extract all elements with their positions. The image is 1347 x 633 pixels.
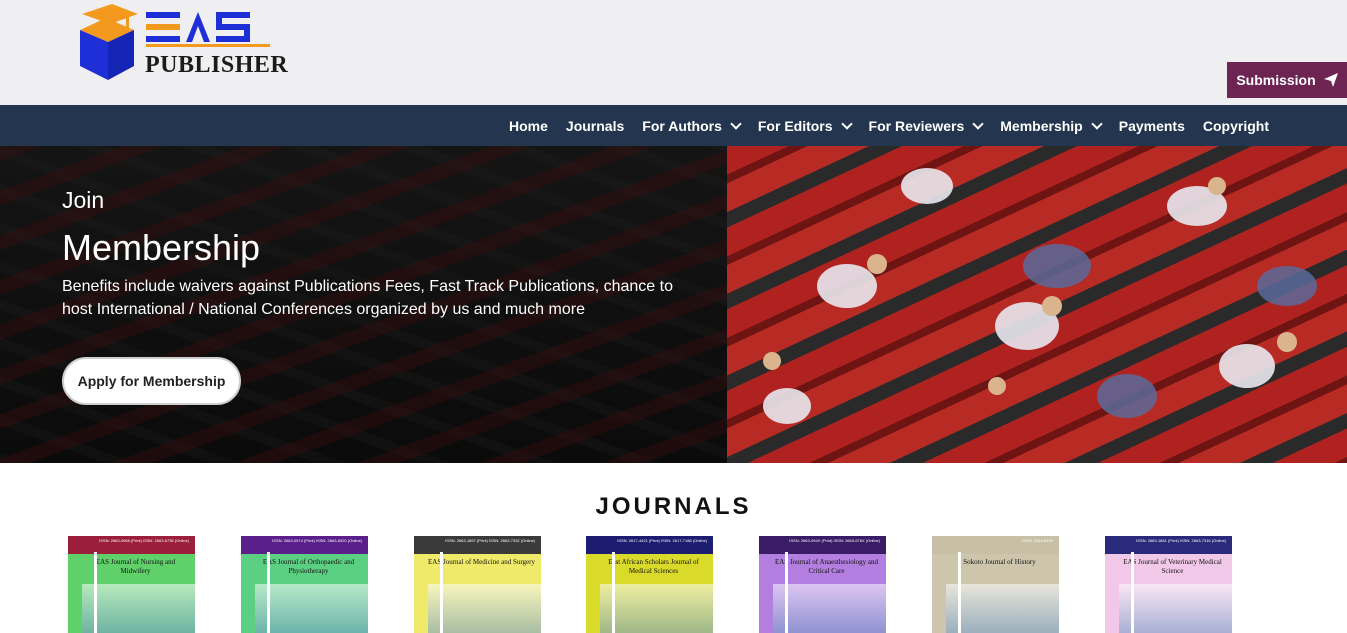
logo-publisher-text: PUBLISHER [145, 52, 289, 78]
cover-image [82, 584, 195, 633]
cover-image [255, 584, 368, 633]
journal-cover[interactable]: ISSN: 2663-1857 (Print) ISSN: 2663-7332 … [414, 536, 541, 633]
nav-item-payments[interactable]: Payments [1119, 118, 1185, 134]
journal-cover[interactable]: ISSN: 2315-8190 Sokoto Journal of History [932, 536, 1059, 633]
cover-spine-line [94, 552, 97, 633]
cover-spine-line [267, 552, 270, 633]
nav-item-label: Payments [1118, 117, 1185, 134]
nav-item-copyright[interactable]: Copyright [1203, 118, 1269, 134]
cover-image [946, 584, 1059, 633]
cover-issn: ISSN: 2663-094X (Print) ISSN: 2663-676X … [789, 538, 880, 543]
chevron-down-icon [840, 117, 853, 130]
cover-title: EAS Journal of Anaesthesiology and Criti… [774, 558, 879, 575]
journal-cover[interactable]: ISSN: 2663-1881 (Print) ISSN: 2663-7316 … [1105, 536, 1232, 633]
cover-spine-line [612, 552, 615, 633]
cover-image [600, 584, 713, 633]
submission-button[interactable]: Submission [1227, 62, 1347, 98]
nav-item-label: For Editors [757, 117, 833, 134]
hero-description: Benefits include waivers against Publica… [62, 278, 673, 318]
nav-item-label: For Reviewers [868, 117, 965, 134]
conference-audience-image [727, 146, 1347, 463]
hero-title: Membership [62, 227, 261, 268]
cover-image [428, 584, 541, 633]
cover-spine-line [785, 552, 788, 633]
submission-label: Submission [1236, 72, 1316, 88]
journal-cover[interactable]: ISSN: 2617-4421 (Print) ISSN: 2617-7188 … [586, 536, 713, 633]
cover-image [773, 584, 886, 633]
cover-issn: ISSN: 2663-1881 (Print) ISSN: 2663-7316 … [1136, 538, 1226, 543]
cover-spine-line [440, 552, 443, 633]
eas-publisher-logo[interactable]: PUBLISHER [76, 2, 288, 84]
cover-title: East African Scholars Journal of Medical… [608, 558, 699, 575]
journal-cover[interactable]: ISSN: 2663-0974 (Print) ISSN: 2663-8320 … [241, 536, 368, 633]
cover-title: EAS Journal of Nursing and Midwifery [95, 558, 176, 575]
journals-heading: JOURNALS [595, 493, 752, 520]
nav-item-label: For Authors [642, 117, 722, 134]
cover-title: Sokoto Journal of History [963, 558, 1036, 566]
nav-item-for-reviewers[interactable]: For Reviewers [868, 117, 984, 134]
journal-cover[interactable]: ISSN: 2663-094X (Print) ISSN: 2663-676X … [759, 536, 886, 633]
chevron-down-icon [730, 117, 742, 130]
nav-item-home[interactable]: Home [509, 118, 548, 134]
nav-item-journals[interactable]: Journals [566, 118, 624, 134]
cover-title: EAS Journal of Orthopaedic and Physiothe… [262, 558, 355, 575]
nav-item-label: Journals [565, 117, 625, 134]
apply-for-membership-button[interactable]: Apply for Membership [62, 357, 241, 405]
nav-item-label: Copyright [1202, 117, 1269, 134]
cover-title: EAS Journal of Veterinary Medical Scienc… [1123, 558, 1222, 575]
cover-title: EAS Journal of Medicine and Surgery [428, 558, 535, 566]
main-navigation: Home Journals For Authors For Editors For Re… [0, 105, 1347, 146]
cover-spine-line [958, 552, 961, 633]
journal-cover[interactable]: ISSN: 2663-0966 (Print) ISSN: 2663-6735 … [68, 536, 195, 633]
nav-item-label: Membership [1000, 117, 1083, 134]
chevron-down-icon [972, 117, 984, 130]
hero-kicker: Join [62, 187, 105, 213]
cover-issn: ISSN: 2663-1857 (Print) ISSN: 2663-7332 … [445, 538, 535, 543]
cover-issn: ISSN: 2663-0974 (Print) ISSN: 2663-8320 … [272, 538, 362, 543]
cover-spine-line [1131, 552, 1134, 633]
nav-item-membership[interactable]: Membership [1000, 117, 1103, 134]
cover-issn: ISSN: 2315-8190 [1022, 538, 1053, 543]
chevron-down-icon [1091, 117, 1103, 130]
membership-hero-banner: Join Membership Benefits include waivers… [0, 146, 1347, 463]
nav-item-for-editors[interactable]: For Editors [757, 117, 853, 134]
nav-item-label: Home [509, 117, 548, 134]
cover-image [1119, 584, 1232, 633]
cover-issn: ISSN: 2663-0966 (Print) ISSN: 2663-6735 … [99, 538, 189, 543]
nav-item-for-authors[interactable]: For Authors [642, 117, 742, 134]
cover-issn: ISSN: 2617-4421 (Print) ISSN: 2617-7188 … [617, 538, 707, 543]
top-header: PUBLISHER Submission [0, 0, 1347, 105]
paper-plane-icon [1323, 73, 1338, 87]
